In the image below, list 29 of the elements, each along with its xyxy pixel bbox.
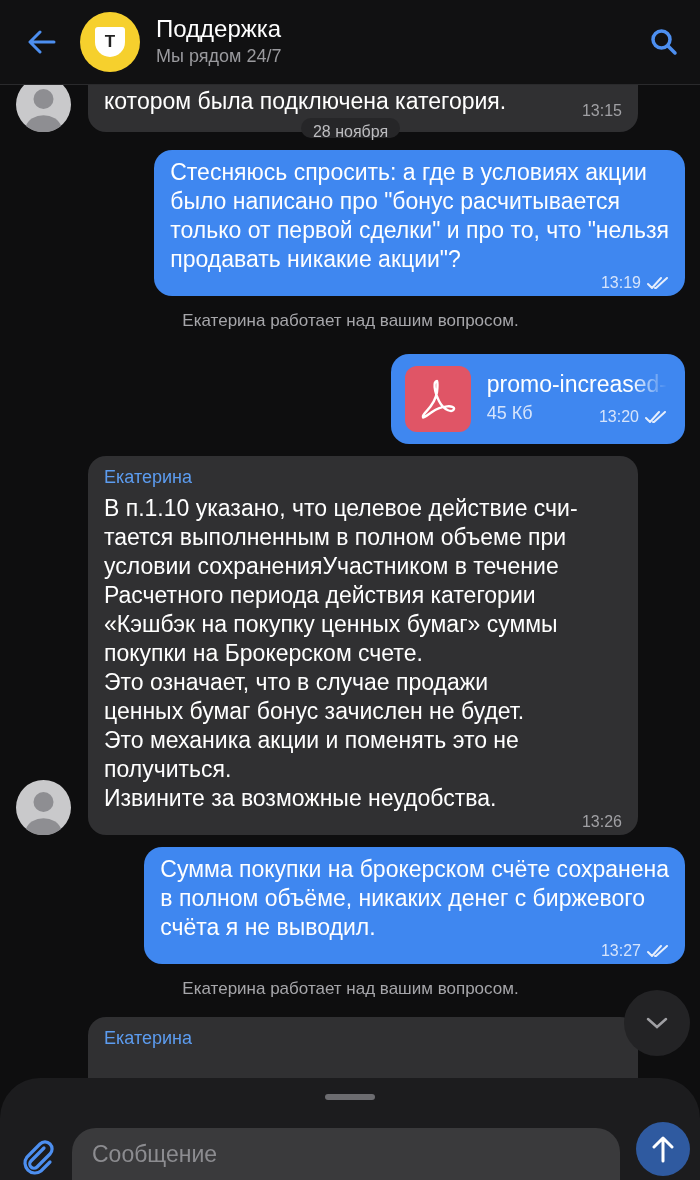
message-text: Сумма покупки на брокерском счёте сохранена в полном объёме, никаких денег с биржевого счёта я не выводил. — [160, 854, 669, 942]
message-text: котором была подключена категория. — [104, 87, 507, 116]
arrow-up-icon — [652, 1135, 674, 1163]
status-text: Екатерина работает над вашим вопросом. — [182, 310, 519, 332]
message-time: 13:15 — [581, 101, 622, 121]
chat-subtitle: Мы рядом 24/7 — [156, 44, 283, 68]
logo: T — [80, 12, 140, 72]
message-input[interactable]: Сообщение — [72, 1128, 620, 1180]
chevron-down-icon — [646, 1017, 668, 1029]
paperclip-icon — [22, 1140, 56, 1176]
sender-name: Екатерина — [104, 465, 193, 489]
message-time: 13:26 — [581, 811, 622, 832]
message-time: 13:20 — [598, 406, 639, 427]
send-button[interactable] — [636, 1122, 690, 1176]
file-size: 45 Кб — [486, 401, 533, 425]
chat-title: Поддержка — [156, 14, 283, 43]
message-time: 13:27 — [600, 940, 641, 961]
message-time: 13:19 — [600, 273, 641, 293]
status-text: Екатерина работает над вашим вопросом. — [182, 977, 519, 1000]
file-name: promo-increased- — [486, 369, 667, 399]
back-arrow-icon[interactable] — [28, 30, 56, 54]
message-text: Стесняюсь спросить: а где в условиях акции было написано про "бонус расчитывается только от первой сделки" и про то, что "нельзя продавать никакие акции"? — [170, 158, 669, 274]
attach-button[interactable] — [22, 1140, 56, 1176]
search-icon[interactable] — [650, 28, 678, 56]
message-text: В п.1.10 указано, что целевое действие счи- тается выполненным в полном объеме при условии сохраненияУчастником в течение Расчетного периода действия категории «Кэшбэк на покупку ценных бумаг» суммы покупки на Брокерском счете. Это означает, что в случае продажи ценных бумаг бонус зачислен не будет. Это механика акции и поменять это не получиться. Извините за возможные неудобства. — [104, 493, 578, 813]
sender-name: Екатерина — [104, 1027, 193, 1050]
file-icon — [404, 365, 471, 432]
date-label: 28 ноября — [300, 118, 401, 138]
drag-handle[interactable] — [325, 1094, 375, 1100]
